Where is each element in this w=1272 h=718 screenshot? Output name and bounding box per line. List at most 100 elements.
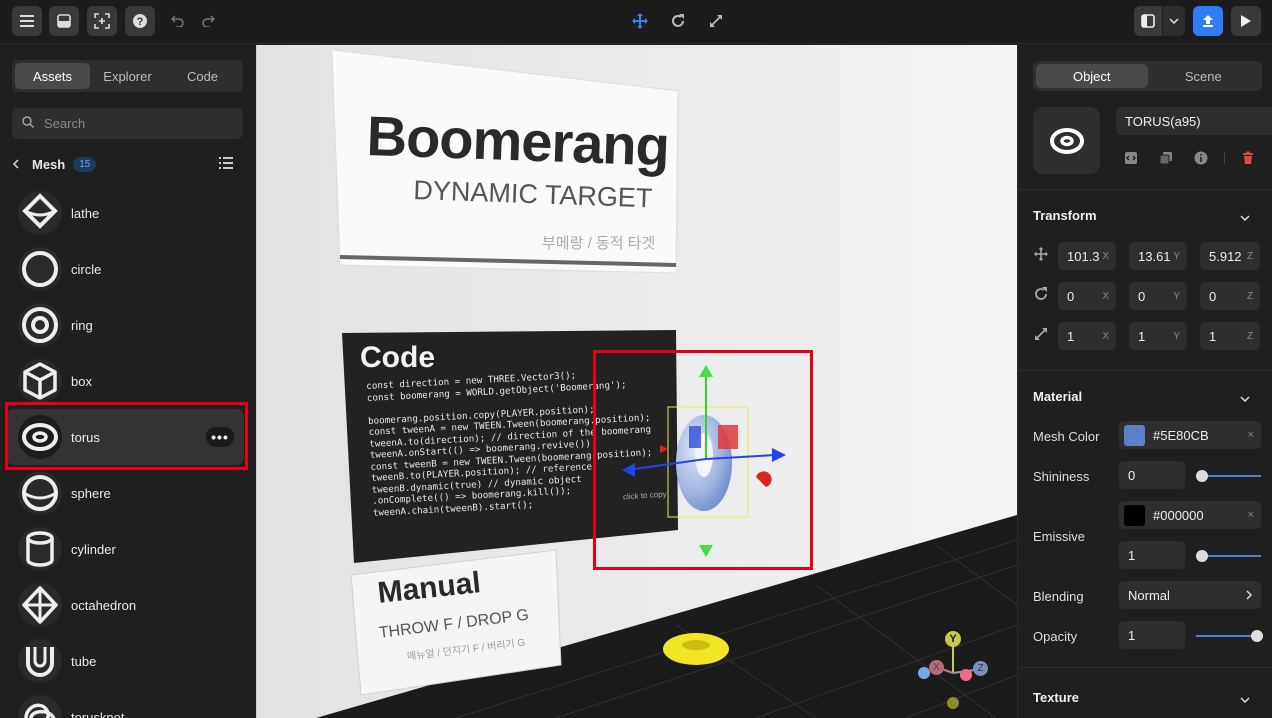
gizmo-x[interactable]: X: [929, 660, 944, 675]
tab-explorer[interactable]: Explorer: [90, 63, 165, 89]
redo-icon[interactable]: [196, 9, 220, 33]
shininess-knob[interactable]: [1196, 470, 1208, 482]
circle-icon: [18, 247, 62, 291]
rotate-icon[interactable]: [666, 9, 690, 33]
tab-code[interactable]: Code: [165, 63, 240, 89]
axis-y-label: Y: [1173, 250, 1180, 262]
item-label: cylinder: [71, 541, 116, 557]
axis-z-label: Z: [1246, 330, 1253, 342]
undo-icon[interactable]: [166, 9, 190, 33]
list-item-lathe[interactable]: lathe: [0, 185, 256, 241]
list-view-icon[interactable]: [219, 156, 233, 172]
select-region-icon[interactable]: [87, 6, 117, 36]
shininess-field[interactable]: 0: [1119, 461, 1185, 489]
search-icon: [22, 116, 34, 131]
list-item-ring[interactable]: ring: [0, 297, 256, 353]
rotation-y-field[interactable]: 0Y: [1129, 282, 1187, 310]
chevron-down-icon[interactable]: [1240, 390, 1250, 405]
list-item-torusknot[interactable]: torusknot: [0, 689, 256, 718]
rotation-z-value: 0: [1209, 288, 1217, 304]
scale-y-field[interactable]: 1Y: [1129, 322, 1187, 350]
scale-x-field[interactable]: 1X: [1058, 322, 1116, 350]
rotation-z-field[interactable]: 0Z: [1200, 282, 1260, 310]
emissive-knob[interactable]: [1196, 550, 1208, 562]
list-item-box[interactable]: box: [0, 353, 256, 409]
tab-assets[interactable]: Assets: [15, 63, 90, 89]
3d-viewport[interactable]: Boomerang DYNAMIC TARGET 부메랑 / 동적 타겟 Cod…: [256, 45, 1017, 718]
blending-select[interactable]: Normal: [1119, 581, 1261, 609]
item-label: circle: [71, 261, 102, 277]
scale-icon: [1033, 326, 1049, 342]
tube-icon: [18, 639, 62, 683]
back-chevron-icon[interactable]: [12, 157, 20, 172]
opacity-label: Opacity: [1033, 629, 1078, 644]
axis-y-label: Y: [1173, 290, 1180, 302]
position-x-value: 101.3: [1067, 248, 1100, 264]
gizmo-z[interactable]: Z: [973, 661, 988, 676]
list-item-octahedron[interactable]: octahedron: [0, 577, 256, 633]
upload-icon[interactable]: [1193, 6, 1223, 36]
move-icon[interactable]: [628, 9, 652, 33]
emissive-color-value: #000000: [1153, 507, 1204, 523]
gizmo-y[interactable]: Y: [945, 631, 961, 647]
torusknot-icon: [18, 695, 62, 718]
duplicate-icon[interactable]: [1158, 150, 1174, 166]
panel-icon[interactable]: [1134, 6, 1162, 36]
emissive-color-field[interactable]: #000000 ×: [1119, 501, 1261, 529]
object-name-field[interactable]: TORUS(a95): [1116, 107, 1272, 135]
item-label: octahedron: [71, 597, 137, 613]
help-icon[interactable]: ?: [125, 6, 155, 36]
scale-x-value: 1: [1067, 328, 1075, 344]
clear-icon[interactable]: ×: [1248, 509, 1254, 521]
list-item-sphere[interactable]: sphere: [0, 465, 256, 521]
position-x-field[interactable]: 101.3 X: [1058, 242, 1116, 270]
tab-scene[interactable]: Scene: [1148, 64, 1260, 88]
axis-y-label: Y: [1173, 330, 1180, 342]
tab-object[interactable]: Object: [1036, 64, 1148, 88]
board-korean: 부메랑 / 동적 타겟: [542, 235, 656, 252]
emissive-slider[interactable]: [1201, 555, 1261, 557]
scale-icon[interactable]: [704, 9, 728, 33]
sphere-icon: [18, 471, 62, 515]
assets-panel: Assets Explorer Code Mesh 15 lathe circl…: [0, 45, 256, 718]
search-input[interactable]: [44, 116, 224, 131]
list-item-circle[interactable]: circle: [0, 241, 256, 297]
torus-icon: [1033, 107, 1100, 174]
transform-title: Transform: [1033, 208, 1097, 223]
clear-icon[interactable]: ×: [1248, 429, 1254, 441]
list-item-tube[interactable]: tube: [0, 633, 256, 689]
trash-icon[interactable]: [1240, 150, 1256, 166]
item-label: sphere: [71, 485, 111, 501]
box-icon: [18, 359, 62, 403]
rotation-x-field[interactable]: 0X: [1058, 282, 1116, 310]
selection-highlight: [5, 402, 248, 470]
scale-z-field[interactable]: 1Z: [1200, 322, 1260, 350]
chevron-down-icon[interactable]: [1163, 6, 1185, 36]
mesh-color-value: #5E80CB: [1153, 427, 1209, 443]
emissive-color-swatch[interactable]: [1124, 504, 1145, 526]
shininess-slider[interactable]: [1201, 475, 1261, 477]
inbox-icon[interactable]: [49, 6, 79, 36]
board-title: Boomerang: [365, 103, 670, 178]
mesh-color-field[interactable]: #5E80CB ×: [1119, 421, 1261, 449]
opacity-knob[interactable]: [1251, 630, 1263, 642]
opacity-slider[interactable]: [1196, 635, 1256, 637]
code-icon[interactable]: [1123, 150, 1139, 166]
chevron-down-icon[interactable]: [1240, 209, 1250, 224]
emissive-intensity-field[interactable]: 1: [1119, 541, 1185, 569]
axis-x-label: X: [1102, 330, 1109, 342]
mesh-color-swatch[interactable]: [1124, 424, 1145, 446]
object-selection-highlight: [593, 350, 813, 570]
texture-title: Texture: [1033, 690, 1079, 705]
scale-z-value: 1: [1209, 328, 1217, 344]
rotation-y-value: 0: [1138, 288, 1146, 304]
menu-icon[interactable]: [12, 6, 42, 36]
chevron-down-icon[interactable]: [1240, 691, 1250, 706]
position-z-field[interactable]: 5.912 Z: [1200, 242, 1260, 270]
play-icon[interactable]: [1231, 6, 1261, 36]
opacity-field[interactable]: 1: [1119, 621, 1185, 649]
position-y-field[interactable]: 13.61 Y: [1129, 242, 1187, 270]
info-icon[interactable]: [1193, 150, 1209, 166]
axis-z-label: Z: [1246, 250, 1253, 262]
list-item-cylinder[interactable]: cylinder: [0, 521, 256, 577]
